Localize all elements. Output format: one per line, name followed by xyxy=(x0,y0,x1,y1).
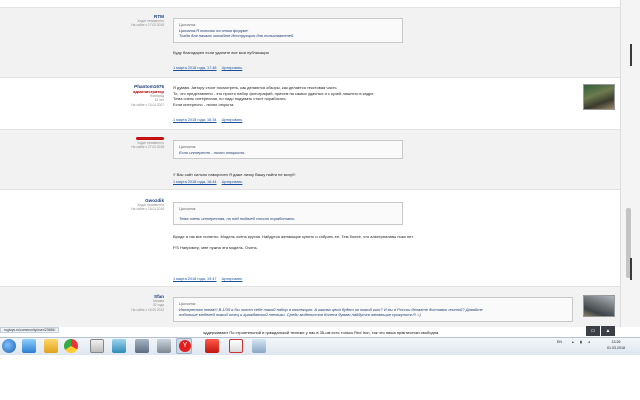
screen: RTM Ходит неизвестно На сайте с 27.02.20… xyxy=(0,0,640,400)
tools-app-icon[interactable] xyxy=(157,339,171,353)
post-text: Буду благодарен если удалите все мои пуб… xyxy=(173,49,269,55)
post-content: Цитата: Тема очень интересная, но над по… xyxy=(173,202,578,250)
attached-photo-thumbnail[interactable] xyxy=(583,295,615,317)
post-author: Ходит неизвестно На сайте с 27.02.2018 xyxy=(98,136,164,150)
status-url: rugtoys.ru/community/user/23655/ xyxy=(0,327,60,333)
post-phantom1976: Phantom1976 администратор Новгород 15 ле… xyxy=(0,78,620,130)
yandex-browser-icon[interactable]: Y xyxy=(179,340,191,352)
side-panel-marker xyxy=(630,44,632,66)
post-author: Gwozdik Ходит неизвестно На сайте с 18.0… xyxy=(98,198,164,212)
status-text: оддерживают По строительной и гражданско… xyxy=(203,330,439,335)
post-gwozdik: Gwozdik Ходит неизвестно На сайте с 18.0… xyxy=(0,190,620,287)
post-content: Цитата: Если интересно - лично открыта. … xyxy=(173,140,578,178)
post-author: Phantom1976 администратор Новгород 15 ле… xyxy=(98,84,164,107)
post-footer: 1 марта 2018 года, 19:47 Цитировать xyxy=(173,277,242,281)
quote-line: Тема очень интересная, но над подачей ст… xyxy=(179,215,296,221)
notification-icon[interactable]: ▲ xyxy=(601,326,615,336)
post-date-link[interactable]: 1 марта 2018 года, 16:34 xyxy=(173,118,217,122)
side-panel-marker xyxy=(630,258,632,280)
post-date-link[interactable]: 1 марта 2018 года, 16:44 xyxy=(173,180,217,184)
post-redacted-user: Ходит неизвестно На сайте с 27.02.2018 Ц… xyxy=(0,130,620,190)
post-date-link[interactable]: 1 марта 2018 года, 17:48 xyxy=(173,66,217,70)
user-joined: На сайте с 27.02.2018 xyxy=(131,23,164,28)
post-text-line: Если интересно - лично открыта. xyxy=(173,101,235,107)
document-app-icon[interactable] xyxy=(229,339,243,353)
internet-explorer-icon[interactable] xyxy=(22,339,36,353)
quote-block: Цитата: Тема очень интересная, но над по… xyxy=(173,202,403,226)
volume-icon[interactable]: ◂ xyxy=(588,340,590,344)
network-icon[interactable]: ▮ xyxy=(580,340,582,344)
post-footer: 1 марта 2018 года, 17:48 Цитировать xyxy=(173,66,242,70)
post-text: У Вас сайт сильно наворочен Я даже личку… xyxy=(173,172,296,178)
system-clock[interactable]: 13:26 01.03.2018 xyxy=(596,339,636,351)
post-date-link[interactable]: 1 марта 2018 года, 19:47 xyxy=(173,277,217,281)
post-content: Цитата: Интересная тема!!! В 1/35 я бы х… xyxy=(173,297,578,322)
media-app-icon[interactable] xyxy=(112,339,126,353)
user-joined: На сайте с 18.01.2018 xyxy=(131,207,164,212)
post-footer: 1 марта 2018 года, 16:34 Цитировать xyxy=(173,118,242,122)
attached-photo-thumbnail[interactable] xyxy=(583,84,615,110)
tray-chevron-icon[interactable]: ▴ xyxy=(572,340,574,344)
post-content: Я думаю. Автору стоит посмотреть, как де… xyxy=(173,85,578,107)
quote-block: Цитата: Цитата:Я новичок на этом форуме.… xyxy=(173,18,403,43)
redaction-mark xyxy=(136,137,164,141)
post-content: Цитата: Цитата:Я новичок на этом форуме.… xyxy=(173,18,578,55)
file-explorer-icon[interactable] xyxy=(44,339,58,353)
quote-block: Цитата: Если интересно - лично открыта. xyxy=(173,140,403,160)
post-text-line: P.S Например, мне нужна эта модель. Очен… xyxy=(173,244,258,250)
clock-date: 01.03.2018 xyxy=(607,346,625,350)
quote-button[interactable]: Цитировать xyxy=(222,180,243,184)
quote-button[interactable]: Цитировать xyxy=(222,277,243,281)
post-footer: 1 марта 2018 года, 16:44 Цитировать xyxy=(173,180,242,184)
quote-button[interactable]: Цитировать xyxy=(222,118,243,122)
user-joined: На сайте с 27.02.2018 xyxy=(131,145,164,150)
chrome-icon[interactable] xyxy=(64,339,78,353)
user-joined: На сайте с 15.04.2007 xyxy=(131,102,164,107)
quote-block: Цитата: Интересная тема!!! В 1/35 я бы х… xyxy=(173,297,573,322)
window-app-icon[interactable] xyxy=(90,339,104,353)
start-button-icon[interactable] xyxy=(2,339,16,353)
post-author: Sfan Москва 52 года На сайте с 16.09.201… xyxy=(98,294,164,312)
post-author: RTM Ходит неизвестно На сайте с 27.02.20… xyxy=(98,14,164,28)
chat-icon[interactable]: ▭ xyxy=(586,326,600,336)
user-joined: На сайте с 16.09.2012 xyxy=(131,307,164,312)
post-rtm: RTM Ходит неизвестно На сайте с 27.02.20… xyxy=(0,8,620,78)
quote-button[interactable]: Цитировать xyxy=(222,66,243,70)
settings-app-icon[interactable] xyxy=(135,339,149,353)
quote-label: Цитата: xyxy=(179,206,197,211)
quote-line: побольше моделей такой отец и гражданско… xyxy=(179,312,421,318)
quote-line: Если интересно - лично открыта. xyxy=(179,149,245,155)
quote-line: Тогда для начала читайте Инструкцию для … xyxy=(179,33,295,39)
language-indicator[interactable]: EN xyxy=(557,340,562,344)
pdf-reader-icon[interactable] xyxy=(205,339,219,353)
previous-post-tail xyxy=(0,0,620,8)
forum-page: RTM Ходит неизвестно На сайте с 27.02.20… xyxy=(0,0,620,337)
window-app-icon[interactable] xyxy=(252,339,266,353)
